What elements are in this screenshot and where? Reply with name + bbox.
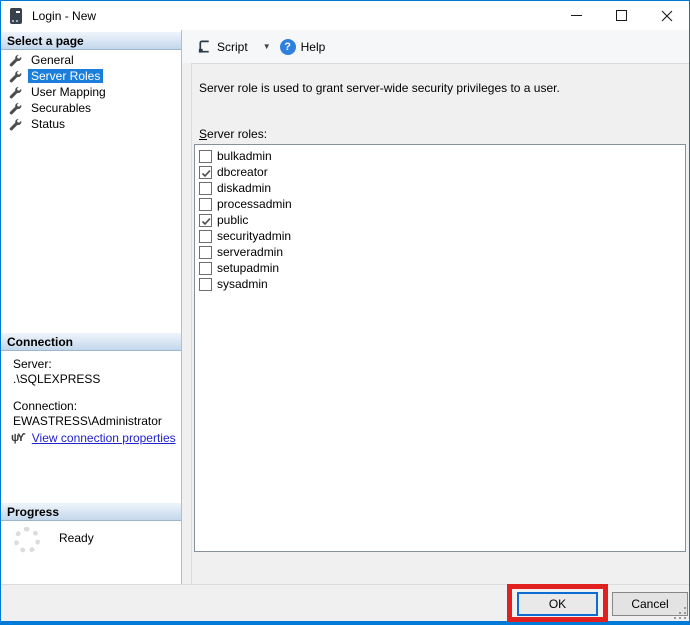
connection-properties-icon: ψϒ (11, 432, 24, 444)
check-icon (200, 215, 213, 228)
server-roles-label: Server roles: (199, 127, 267, 141)
connection-value: EWASTRESS\Administrator (13, 414, 179, 428)
close-button[interactable] (644, 1, 689, 30)
maximize-button[interactable] (599, 1, 644, 30)
minimize-button[interactable] (554, 1, 599, 30)
sidebar-item-status[interactable]: Status (1, 116, 181, 132)
resize-grip[interactable] (672, 605, 686, 619)
wrench-icon (9, 70, 22, 83)
close-icon (661, 10, 673, 22)
minimize-icon (571, 10, 582, 21)
script-button-label: Script (217, 40, 248, 54)
page-description: Server role is used to grant server-wide… (199, 81, 560, 95)
help-icon: ? (280, 39, 296, 55)
connection-account: Connection: EWASTRESS\Administrator (13, 399, 179, 428)
wrench-icon (9, 102, 22, 115)
pane-divider (181, 30, 182, 584)
toolbar: Script ▼ ? Help (182, 30, 689, 63)
role-label: dbcreator (217, 165, 268, 179)
checkbox[interactable] (199, 214, 212, 227)
role-label: bulkadmin (217, 149, 272, 163)
script-icon (197, 39, 212, 54)
view-connection-properties-link[interactable]: View connection properties (32, 431, 176, 445)
checkbox[interactable] (199, 150, 212, 163)
role-label: diskadmin (217, 181, 271, 195)
checkbox[interactable] (199, 262, 212, 275)
progress-header: Progress (1, 503, 181, 521)
sidebar-item-server-roles[interactable]: Server Roles (1, 68, 181, 84)
role-row-setupadmin[interactable]: setupadmin (199, 260, 685, 276)
role-row-sysadmin[interactable]: sysadmin (199, 276, 685, 292)
connection-label: Connection: (13, 399, 179, 413)
server-roles-listbox[interactable]: bulkadmin dbcreator diskadmin processadm… (194, 144, 686, 552)
login-server-icon (10, 8, 22, 24)
role-label: serveradmin (217, 245, 283, 259)
wrench-icon (9, 54, 22, 67)
window-title: Login - New (32, 9, 96, 23)
wrench-icon (9, 86, 22, 99)
select-a-page-header: Select a page (1, 32, 181, 50)
sidebar-item-general[interactable]: General (1, 52, 181, 68)
role-label: processadmin (217, 197, 292, 211)
sidebar-item-label: Server Roles (28, 69, 103, 83)
server-roles-page: Server role is used to grant server-wide… (191, 63, 689, 584)
server-value: .\SQLEXPRESS (13, 372, 179, 386)
role-row-diskadmin[interactable]: diskadmin (199, 180, 685, 196)
role-label: setupadmin (217, 261, 279, 275)
role-row-processadmin[interactable]: processadmin (199, 196, 685, 212)
progress-status: Ready (59, 531, 94, 545)
script-dropdown-caret-icon[interactable]: ▼ (259, 39, 275, 54)
help-button-label: Help (301, 40, 326, 54)
role-label: sysadmin (217, 277, 268, 291)
sidebar-item-label: Status (28, 117, 68, 131)
role-label: public (217, 213, 248, 227)
help-button[interactable]: ? Help (275, 36, 331, 58)
connection-header: Connection (1, 333, 181, 351)
checkbox[interactable] (199, 246, 212, 259)
window-controls (554, 1, 689, 30)
ok-button[interactable]: OK (517, 592, 598, 616)
check-icon (200, 167, 213, 180)
connection-properties-row: ψϒ View connection properties (11, 431, 176, 445)
login-new-dialog: Login - New Select a page General Server… (0, 0, 690, 625)
checkbox[interactable] (199, 198, 212, 211)
sidebar-item-label: Securables (28, 101, 94, 115)
role-row-serveradmin[interactable]: serveradmin (199, 244, 685, 260)
title-bar: Login - New (1, 1, 689, 30)
checkbox[interactable] (199, 278, 212, 291)
page-tree: General Server Roles User Mapping Secura… (1, 52, 181, 132)
checkbox[interactable] (199, 230, 212, 243)
maximize-icon (616, 10, 627, 21)
script-button[interactable]: Script (192, 36, 253, 57)
sidebar-item-label: User Mapping (28, 85, 109, 99)
sidebar-item-securables[interactable]: Securables (1, 100, 181, 116)
footer-divider (1, 584, 689, 585)
wrench-icon (9, 118, 22, 131)
role-row-bulkadmin[interactable]: bulkadmin (199, 148, 685, 164)
role-row-public[interactable]: public (199, 212, 685, 228)
server-label: Server: (13, 357, 179, 371)
role-label: securityadmin (217, 229, 291, 243)
role-row-securityadmin[interactable]: securityadmin (199, 228, 685, 244)
checkbox[interactable] (199, 166, 212, 179)
connection-server: Server: .\SQLEXPRESS (13, 357, 179, 386)
sidebar: Select a page General Server Roles User … (1, 30, 181, 584)
sidebar-item-user-mapping[interactable]: User Mapping (1, 84, 181, 100)
checkbox[interactable] (199, 182, 212, 195)
sidebar-item-label: General (28, 53, 77, 67)
progress-spinner-icon (14, 527, 40, 553)
role-row-dbcreator[interactable]: dbcreator (199, 164, 685, 180)
